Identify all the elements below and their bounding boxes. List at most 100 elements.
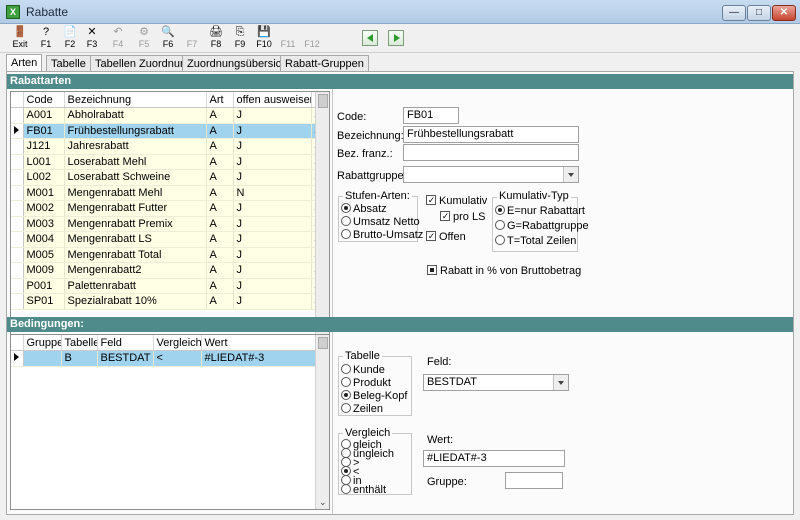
rabattgruppe-select[interactable] [403, 166, 579, 183]
table-cell[interactable]: A [206, 278, 234, 294]
table-cell[interactable]: FB01 [23, 123, 65, 139]
tab-rabatt-gruppen[interactable]: Rabatt-Gruppen [280, 55, 369, 72]
table-cell[interactable]: A [206, 107, 234, 124]
tab-tabelle[interactable]: Tabelle [46, 55, 91, 72]
column-header-offen-ausweisen[interactable]: offen ausweisen [233, 92, 312, 108]
table-cell[interactable]: B [61, 350, 98, 367]
chevron-down-icon[interactable] [563, 167, 578, 182]
table-cell[interactable]: J [233, 123, 312, 139]
toolbar-button-f11[interactable]: F11 [276, 26, 300, 52]
table-cell[interactable]: M005 [23, 247, 65, 263]
column-header-gruppe[interactable]: Gruppe [23, 335, 62, 351]
table-row[interactable]: L001Loserabatt MehlAJJ [11, 154, 322, 170]
toolbar-button-f2[interactable]: 📄 F2 [58, 26, 82, 52]
feld-select[interactable]: BESTDAT [423, 374, 569, 391]
radio-button-icon[interactable] [341, 364, 351, 374]
bedingungen-vertical-scrollbar[interactable]: ⌄ [315, 335, 329, 509]
table-cell[interactable]: N [233, 185, 312, 201]
kumulativ-typ-option[interactable]: T=Total Zeilen [495, 235, 576, 248]
table-cell[interactable]: J [233, 216, 312, 232]
table-cell[interactable]: Spezialrabatt 10% [64, 293, 207, 310]
table-cell[interactable]: A [206, 169, 234, 186]
row-indicator[interactable] [11, 185, 24, 201]
table-cell[interactable]: A [206, 185, 234, 201]
table-cell[interactable]: L002 [23, 169, 65, 186]
toolbar-button-f4[interactable]: ↶ F4 [106, 26, 130, 52]
table-cell[interactable]: J [233, 278, 312, 294]
table-cell[interactable]: Palettenrabatt [64, 278, 207, 294]
table-row[interactable]: SP01Spezialrabatt 10%AJJ [11, 293, 322, 310]
brutto-check-icon[interactable] [427, 265, 437, 275]
stufen-arten-option[interactable]: Umsatz Netto [341, 216, 420, 229]
table-cell[interactable]: < [153, 350, 202, 367]
tabelle-option[interactable]: Beleg-Kopf [341, 390, 407, 403]
radio-button-icon[interactable] [495, 235, 505, 245]
row-indicator[interactable] [11, 169, 24, 186]
toolbar-button-exit[interactable]: 🚪 Exit [8, 26, 32, 52]
table-cell[interactable]: SP01 [23, 293, 65, 310]
radio-button-icon[interactable] [341, 216, 351, 226]
table-cell[interactable]: Jahresrabatt [64, 138, 207, 155]
row-indicator[interactable] [11, 293, 24, 310]
row-indicator[interactable] [11, 138, 24, 155]
table-cell[interactable]: Frühbestellungsrabatt [64, 123, 207, 139]
column-header-code[interactable]: Code [23, 92, 65, 108]
kumulativ-checkbox[interactable]: Kumulativ [426, 195, 487, 208]
row-indicator[interactable] [11, 123, 24, 139]
toolbar-button-f1[interactable]: ? F1 [34, 26, 58, 52]
table-cell[interactable]: Mengenrabatt LS [64, 231, 207, 248]
table-row[interactable]: M003Mengenrabatt PremixAJJ [11, 216, 322, 232]
table-cell[interactable]: M002 [23, 200, 65, 217]
table-cell[interactable]: A001 [23, 107, 65, 124]
table-cell[interactable]: Mengenrabatt Premix [64, 216, 207, 232]
row-indicator[interactable] [11, 247, 24, 263]
toolbar-button-f7[interactable]: F7 [180, 26, 204, 52]
table-cell[interactable]: A [206, 247, 234, 263]
offen-checkbox[interactable]: Offen [426, 231, 466, 244]
column-header-feld[interactable]: Feld [97, 335, 154, 351]
table-cell[interactable]: #LIEDAT#-3 [201, 350, 316, 367]
column-header-tabelle[interactable]: Tabelle [61, 335, 98, 351]
tabelle-option[interactable]: Zeilen [341, 403, 383, 416]
radio-button-icon[interactable] [341, 390, 351, 400]
row-indicator[interactable] [11, 278, 24, 294]
table-cell[interactable] [23, 350, 62, 367]
bedingungen-grid[interactable]: Gruppe Tabelle Feld Vergleich Wert B BEST… [10, 334, 330, 510]
previous-record-button[interactable] [362, 30, 378, 46]
table-cell[interactable]: J [233, 169, 312, 186]
table-cell[interactable]: Mengenrabatt Total [64, 247, 207, 263]
tabelle-option[interactable]: Kunde [341, 364, 385, 377]
table-cell[interactable]: Mengenrabatt Futter [64, 200, 207, 217]
table-cell[interactable]: A [206, 293, 234, 310]
table-cell[interactable]: J [233, 200, 312, 217]
code-field[interactable]: FB01 [403, 107, 459, 124]
vergleich-option[interactable]: enthält [341, 484, 386, 497]
row-indicator[interactable] [11, 107, 24, 124]
table-cell[interactable]: Loserabatt Schweine [64, 169, 207, 186]
row-indicator[interactable] [11, 350, 24, 367]
table-cell[interactable]: J [233, 107, 312, 124]
table-cell[interactable]: M003 [23, 216, 65, 232]
table-cell[interactable]: J [233, 138, 312, 155]
offen-check-icon[interactable] [426, 231, 436, 241]
bezeichnung-field[interactable]: Frühbestellungsrabatt [403, 126, 579, 143]
radio-button-icon[interactable] [341, 203, 351, 213]
table-cell[interactable]: J [233, 231, 312, 248]
table-row[interactable]: J121JahresrabattAJJ [11, 138, 322, 155]
table-row[interactable]: B BESTDAT < #LIEDAT#-3 [11, 350, 316, 367]
table-cell[interactable]: A [206, 200, 234, 217]
scroll-thumb[interactable] [318, 337, 328, 349]
radio-button-icon[interactable] [341, 403, 351, 413]
table-cell[interactable]: J [233, 247, 312, 263]
kumulativ-typ-option[interactable]: E=nur Rabattart [495, 205, 585, 218]
brutto-checkbox[interactable]: Rabatt in % von Bruttobetrag [427, 265, 581, 278]
column-header-vergleich[interactable]: Vergleich [153, 335, 202, 351]
row-indicator[interactable] [11, 231, 24, 248]
scroll-down-icon[interactable]: ⌄ [319, 497, 327, 508]
table-cell[interactable]: P001 [23, 278, 65, 294]
toolbar-button-f5[interactable]: ⚙ F5 [132, 26, 156, 52]
pro-ls-check-icon[interactable] [440, 211, 450, 221]
table-cell[interactable]: A [206, 154, 234, 170]
row-indicator[interactable] [11, 262, 24, 279]
toolbar-button-f8[interactable]: 🖨 F8 [204, 26, 228, 52]
